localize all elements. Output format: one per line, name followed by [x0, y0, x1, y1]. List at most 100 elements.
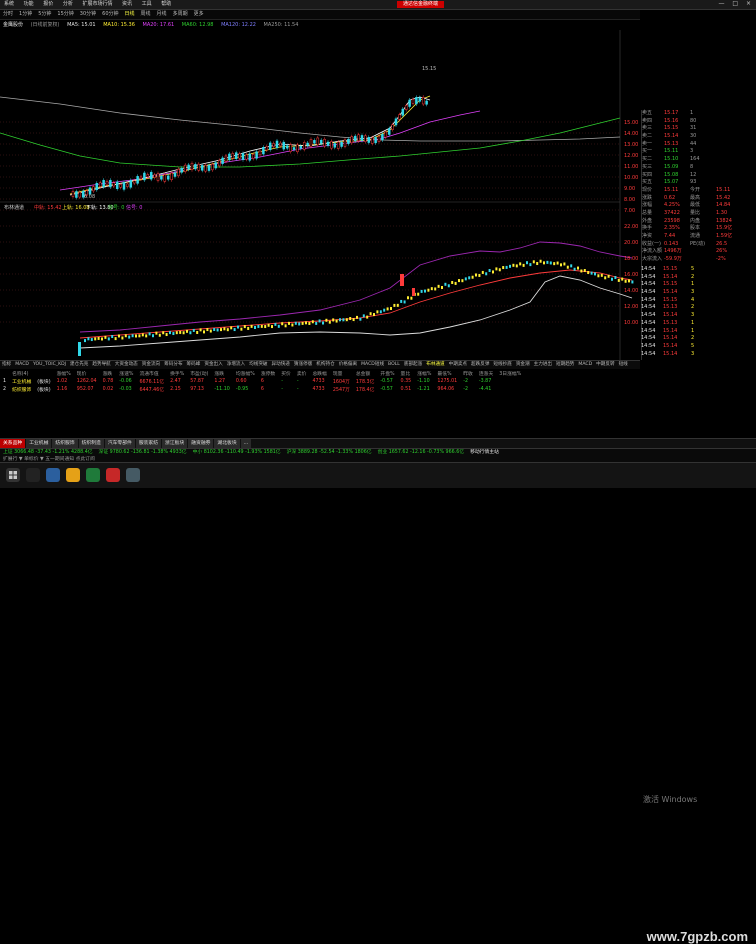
menu-item-extended-market[interactable]: 扩展市场行情	[78, 0, 116, 9]
app-icon-gray[interactable]	[126, 468, 140, 482]
indicator-tab-9[interactable]: 资金出入	[202, 361, 224, 369]
sector-tab-3[interactable]: 纺织制造	[78, 439, 104, 448]
grid-header[interactable]: 涨幅%	[414, 369, 434, 377]
indicator-tab-10[interactable]: 净增流入	[225, 361, 247, 369]
indicator-tab-20[interactable]: 中期卖点	[447, 361, 469, 369]
sector-tab-1[interactable]: 工业机械	[26, 439, 52, 448]
period-2[interactable]: 5分钟	[35, 10, 54, 19]
grid-header[interactable]: 均涨幅%	[233, 369, 258, 377]
indicator-tab-16[interactable]: MACD短线	[359, 361, 386, 369]
table-row[interactable]: 1 工业机械 (板块) 1.02 1262.04 0.78 -0.06 6676.11亿 2.4…	[0, 377, 524, 385]
indicator-tab-27[interactable]: 中期反转	[594, 361, 616, 369]
indicator-tab-4[interactable]: 趋势导航	[90, 361, 112, 369]
indicator-tab-3[interactable]: 建仓先兆	[68, 361, 90, 369]
grid-header[interactable]	[34, 369, 53, 377]
indicator-tab-7[interactable]: 筹码分布	[162, 361, 184, 369]
window-controls[interactable]: — □ ×	[718, 0, 754, 7]
grid-header[interactable]: 涨跌	[100, 369, 117, 377]
period-10[interactable]: 更多	[191, 10, 207, 19]
menu-item-system[interactable]: 系统	[0, 0, 18, 9]
period-1[interactable]: 1分钟	[16, 10, 35, 19]
grid-header[interactable]: 名称(4)	[9, 369, 34, 377]
app-icon-red[interactable]	[106, 468, 120, 482]
menu-item-analysis[interactable]: 分析	[59, 0, 77, 9]
sector-tab-8[interactable]: 湖北板块	[214, 439, 240, 448]
grid-header[interactable]: 最低%	[434, 369, 460, 377]
grid-header[interactable]: 涨幅%	[54, 369, 74, 377]
edge-icon[interactable]	[46, 468, 60, 482]
grid-header[interactable]: 市盈(动)	[187, 369, 211, 377]
grid-header[interactable]: 量比	[398, 369, 415, 377]
grid-header[interactable]: 昨收	[460, 369, 476, 377]
search-icon[interactable]	[26, 468, 40, 482]
sector-tab-0[interactable]: 关系品种	[0, 439, 26, 448]
indicator-tab-17[interactable]: BOLL	[386, 361, 402, 369]
indicator-tab-12[interactable]: 异动快递	[270, 361, 292, 369]
indicator-tab-23[interactable]: 资金潮	[514, 361, 532, 369]
grid-header[interactable]: 涨跌	[211, 369, 232, 377]
indicator-tab-5[interactable]: 大资金动态	[113, 361, 140, 369]
indicator-tab-15[interactable]: 价格偏离	[337, 361, 359, 369]
indicator-tab-19[interactable]: 布林通道	[424, 361, 446, 369]
grid-header[interactable]	[0, 369, 9, 377]
sector-tab-2[interactable]: 纺织服饰	[52, 439, 78, 448]
indicator-tab-1[interactable]: MACD	[13, 361, 31, 369]
grid-header[interactable]: 现价	[74, 369, 100, 377]
indicator-tab-21[interactable]: 超跌反弹	[469, 361, 491, 369]
period-7[interactable]: 周线	[138, 10, 154, 19]
status-index-0[interactable]: 上证 3066.48 -37.43 -1.21% 4288.4亿	[0, 449, 96, 456]
promo-badge[interactable]: 通达信金融终端	[397, 1, 445, 8]
indicator-tab-14[interactable]: 机构持仓	[314, 361, 336, 369]
period-3[interactable]: 15分钟	[54, 10, 76, 19]
indicator-tab-0[interactable]: 指标	[0, 361, 13, 369]
grid-header[interactable]: 买价	[278, 369, 294, 377]
sector-tab-4[interactable]: 汽车零部件	[104, 439, 135, 448]
sector-tab-9[interactable]: ...	[240, 439, 252, 448]
indicator-tab-28[interactable]: 短线	[617, 361, 630, 369]
grid-header[interactable]: 涨停数	[258, 369, 278, 377]
menu-item-info[interactable]: 资讯	[118, 0, 136, 9]
period-5[interactable]: 60分钟	[99, 10, 121, 19]
indicator-tab-11[interactable]: 均线突破	[247, 361, 269, 369]
grid-header[interactable]: 连涨天	[476, 369, 496, 377]
status-index-3[interactable]: 沪深 3889.28 -52.54 -1.33% 1806亿	[284, 449, 375, 456]
period-6[interactable]: 日线	[122, 10, 138, 19]
indicator-tab-8[interactable]: 筹码峰	[185, 361, 203, 369]
grid-header[interactable]: 换手%	[167, 369, 187, 377]
menu-item-function[interactable]: 功能	[20, 0, 38, 9]
indicator-tab-24[interactable]: 主力进出	[532, 361, 554, 369]
indicator-tab-22[interactable]: 短线抄底	[491, 361, 513, 369]
indicator-tab-26[interactable]: MACD	[576, 361, 594, 369]
folder-icon[interactable]	[66, 468, 80, 482]
period-9[interactable]: 多周期	[170, 10, 191, 19]
table-row[interactable]: 2 纺织服饰 (板块) 1.16 952.07 0.02 -0.03 6447.46亿 2.15…	[0, 385, 524, 393]
grid-header[interactable]: 开盘%	[377, 369, 397, 377]
period-8[interactable]: 月线	[154, 10, 170, 19]
kline-chart[interactable]: 6.08 15.15 布林通道 中轨: 15.42 上轨: 16.08 下轨: …	[0, 30, 640, 360]
grid-header[interactable]: 总金额	[353, 369, 378, 377]
sector-tab-7[interactable]: 融资融券	[188, 439, 214, 448]
period-4[interactable]: 30分钟	[77, 10, 99, 19]
status-index-1[interactable]: 深证 9780.62 -136.81 -1.38% 4933亿	[96, 449, 190, 456]
status-index-2[interactable]: 中小 8102.36 -110.49 -1.93% 1581亿	[190, 449, 284, 456]
indicator-tab-2[interactable]: YOU_TOIC_KDJ	[31, 361, 68, 369]
menu-item-quote[interactable]: 报价	[39, 0, 57, 9]
grid-header[interactable]: 卖价	[294, 369, 310, 377]
grid-header[interactable]: 现量	[330, 369, 353, 377]
app-icon-green[interactable]	[86, 468, 100, 482]
sector-tab-6[interactable]: 浙江板块	[162, 439, 188, 448]
grid-header[interactable]: 涨速%	[116, 369, 136, 377]
indicator-tab-13[interactable]: 猜涨停版	[292, 361, 314, 369]
indicator-tab-6[interactable]: 资金流向	[140, 361, 162, 369]
period-0[interactable]: 分时	[0, 10, 16, 19]
sector-tab-5[interactable]: 服装家纺	[135, 439, 162, 448]
grid-header[interactable]: 3日涨幅%	[496, 369, 524, 377]
grid-header[interactable]: 总跌幅	[309, 369, 329, 377]
start-icon[interactable]	[6, 468, 20, 482]
indicator-tab-18[interactable]: 底部起涨	[402, 361, 424, 369]
indicator-tab-25[interactable]: 短期趋势	[554, 361, 576, 369]
status-index-4[interactable]: 创业 1657.62 -12.16 -0.73% 966.6亿	[375, 449, 468, 456]
menu-item-help[interactable]: 帮助	[157, 0, 175, 9]
menu-item-tools[interactable]: 工具	[138, 0, 156, 9]
status-index-5[interactable]: 移动行情主站	[467, 449, 502, 456]
